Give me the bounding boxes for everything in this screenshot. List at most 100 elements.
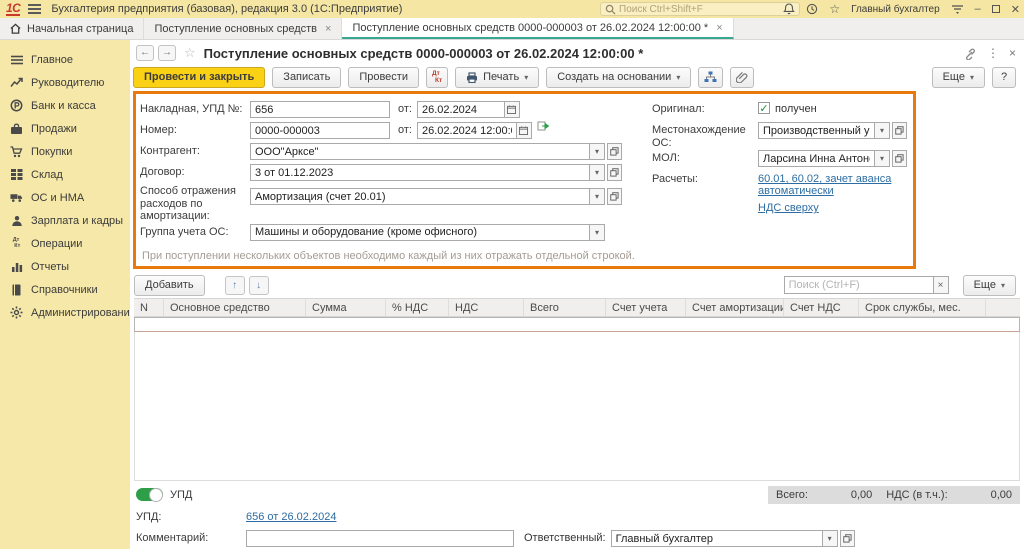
settlements-accounts-link[interactable]: 60.01, 60.02, зачет аванса автоматически [758, 170, 907, 197]
sidebar-item-fixed-assets[interactable]: ОС и НМА [0, 186, 130, 209]
sidebar-item-main[interactable]: Главное [0, 48, 130, 71]
history-icon[interactable] [806, 3, 818, 15]
help-button[interactable]: ? [992, 67, 1016, 88]
sidebar-item-administration[interactable]: Администрирование [0, 301, 130, 324]
global-search-input[interactable] [619, 4, 795, 15]
sidebar-item-manager[interactable]: Руководителю [0, 71, 130, 94]
sidebar-item-sales[interactable]: Продажи [0, 117, 130, 140]
open-item-icon[interactable] [892, 150, 907, 167]
table-more-button[interactable]: Еще ▾ [963, 275, 1016, 296]
table-body[interactable] [134, 332, 1020, 481]
show-postings-dtkt-button[interactable]: ДтКт [426, 67, 448, 88]
more-actions-dots-icon[interactable]: ⋮ [987, 46, 999, 60]
date-input[interactable] [418, 125, 516, 137]
calendar-icon[interactable] [517, 122, 532, 139]
post-button[interactable]: Провести [348, 67, 419, 88]
move-up-icon[interactable]: ↑ [225, 276, 245, 295]
dropdown-chevron-icon[interactable]: ▾ [875, 122, 890, 139]
vat-on-top-link[interactable]: НДС сверху [758, 197, 819, 214]
dropdown-chevron-icon[interactable]: ▾ [590, 224, 605, 241]
dropdown-chevron-icon[interactable]: ▾ [590, 188, 605, 205]
user-menu-icon[interactable] [951, 4, 964, 14]
open-item-icon[interactable] [607, 164, 622, 181]
col-amount[interactable]: Сумма [306, 299, 386, 316]
attachments-button[interactable] [730, 67, 754, 88]
tab-fixed-assets-list[interactable]: Поступление основных средств × [144, 18, 342, 39]
upd-document-link[interactable]: 656 от 26.02.2024 [246, 511, 336, 523]
current-user[interactable]: Главный бухгалтер [851, 4, 940, 15]
add-row-button[interactable]: Добавить [134, 275, 205, 296]
report-structure-button[interactable] [698, 67, 723, 88]
close-document-icon[interactable]: × [1009, 46, 1016, 60]
toggle-knob [149, 488, 163, 502]
dropdown-chevron-icon[interactable]: ▾ [875, 150, 890, 167]
contractor-input[interactable] [251, 146, 589, 158]
open-item-icon[interactable] [892, 122, 907, 139]
table-row[interactable] [134, 317, 1020, 332]
favorites-star-icon[interactable]: ☆ [829, 3, 840, 15]
col-account[interactable]: Счет учета [606, 299, 686, 316]
table-search-input[interactable] [785, 279, 933, 291]
original-checkbox-label: получен [775, 100, 817, 115]
minimize-button[interactable]: – [975, 3, 981, 15]
col-vat-account[interactable]: Счет НДС [784, 299, 859, 316]
responsible-input[interactable] [612, 533, 822, 545]
sidebar-item-reports[interactable]: Отчеты [0, 255, 130, 278]
col-n[interactable]: N [134, 299, 164, 316]
write-button[interactable]: Записать [272, 67, 341, 88]
grid-blocks-icon [10, 168, 23, 181]
main-menu-icon[interactable] [28, 2, 41, 16]
create-based-on-button[interactable]: Создать на основании ▾ [546, 67, 691, 88]
tab-home[interactable]: Начальная страница [0, 18, 144, 39]
comment-input[interactable] [247, 533, 513, 545]
favorite-star-icon[interactable]: ☆ [184, 45, 196, 61]
back-button[interactable]: ← [136, 45, 154, 61]
tab-fixed-assets-doc[interactable]: Поступление основных средств 0000-000003… [342, 18, 733, 39]
invoice-number-input[interactable] [251, 104, 389, 116]
contract-input[interactable] [251, 167, 589, 179]
os-group-input[interactable] [251, 226, 589, 238]
sidebar-item-warehouse[interactable]: Склад [0, 163, 130, 186]
upd-toggle[interactable] [136, 488, 163, 501]
sidebar-item-salary-hr[interactable]: Зарплата и кадры [0, 209, 130, 232]
clear-search-icon[interactable]: × [934, 276, 949, 294]
global-search[interactable] [600, 2, 800, 16]
move-down-icon[interactable]: ↓ [249, 276, 269, 295]
invoice-date-input[interactable] [418, 104, 504, 116]
more-button[interactable]: Еще ▾ [932, 67, 985, 88]
open-item-icon[interactable] [840, 530, 855, 547]
totals-bar: Всего: 0,00 НДС (в т.ч.): 0,00 [768, 486, 1020, 504]
post-and-close-button[interactable]: Провести и закрыть [133, 67, 265, 88]
col-fixed-asset[interactable]: Основное средство [164, 299, 306, 316]
sidebar-item-directories[interactable]: Справочники [0, 278, 130, 301]
location-input[interactable] [759, 125, 874, 137]
close-window-button[interactable]: ✕ [1011, 3, 1020, 16]
dropdown-chevron-icon[interactable]: ▾ [823, 530, 838, 547]
col-service-life[interactable]: Срок службы, мес. [859, 299, 986, 316]
fill-number-icon[interactable] [537, 121, 550, 132]
dropdown-chevron-icon[interactable]: ▾ [590, 143, 605, 160]
forward-button[interactable]: → [158, 45, 176, 61]
open-item-icon[interactable] [607, 188, 622, 205]
col-total[interactable]: Всего [524, 299, 606, 316]
col-depreciation-account[interactable]: Счет амортизации [686, 299, 784, 316]
print-button[interactable]: Печать ▾ [455, 67, 539, 88]
dropdown-chevron-icon[interactable]: ▾ [590, 164, 605, 181]
sidebar-item-purchases[interactable]: Покупки [0, 140, 130, 163]
sidebar-item-bank-cash[interactable]: Банк и касса [0, 94, 130, 117]
original-received-checkbox[interactable]: ✓ [758, 102, 770, 114]
depreciation-method-input[interactable] [251, 191, 589, 203]
number-input[interactable] [251, 125, 389, 137]
open-item-icon[interactable] [607, 143, 622, 160]
col-vat[interactable]: НДС [449, 299, 524, 316]
calendar-icon[interactable] [505, 101, 520, 118]
tab-close-icon[interactable]: × [716, 22, 722, 34]
sidebar-item-operations[interactable]: Дт Кт Операции [0, 232, 130, 255]
notifications-bell-icon[interactable] [783, 3, 795, 15]
mol-input[interactable] [759, 153, 874, 165]
maximize-button[interactable] [992, 5, 1000, 13]
number-label: Номер: [140, 121, 250, 137]
get-link-icon[interactable] [964, 47, 977, 60]
tab-close-icon[interactable]: × [325, 23, 331, 35]
col-vat-percent[interactable]: % НДС [386, 299, 449, 316]
